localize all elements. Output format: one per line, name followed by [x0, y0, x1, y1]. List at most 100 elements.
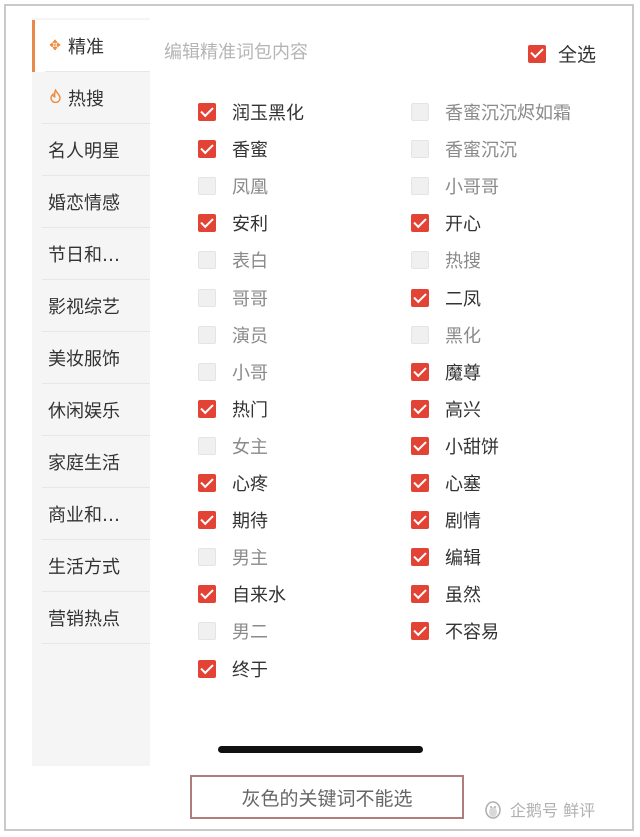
keyword-checkbox[interactable] [411, 585, 429, 603]
keyword-checkbox [198, 437, 216, 455]
sidebar-item-label: 休闲娱乐 [48, 401, 120, 422]
keyword-item: 哥哥 [198, 285, 268, 311]
sidebar-item-precise[interactable]: ✥ 精准 [32, 20, 150, 72]
keyword-label: 小哥哥 [445, 177, 499, 198]
keyword-checkbox[interactable] [198, 103, 216, 121]
sidebar-item-festivals[interactable]: 节日和… [32, 228, 150, 280]
keyword-item[interactable]: 魔尊 [411, 359, 481, 385]
keyword-label: 热搜 [445, 251, 481, 272]
sidebar-item-label: 美妆服饰 [48, 349, 120, 370]
keyword-checkbox[interactable] [198, 140, 216, 158]
keyword-item: 黑化 [411, 322, 481, 348]
keyword-label: 二凤 [445, 289, 481, 310]
keyword-checkbox [198, 326, 216, 344]
keyword-checkbox[interactable] [198, 585, 216, 603]
keyword-item[interactable]: 心疼 [198, 470, 268, 496]
keyword-checkbox [198, 177, 216, 195]
sidebar-item-hot-search[interactable]: 热搜 [32, 72, 150, 124]
keyword-checkbox [198, 251, 216, 269]
watermark: 企鹅号 鲜评 [482, 797, 595, 821]
keyword-item[interactable]: 润玉黑化 [198, 99, 304, 125]
keyword-item[interactable]: 香蜜 [198, 136, 268, 162]
keyword-label: 表白 [232, 251, 268, 272]
keyword-checkbox[interactable] [198, 474, 216, 492]
keyword-item[interactable]: 二凤 [411, 285, 481, 311]
keyword-item[interactable]: 心塞 [411, 470, 481, 496]
keyword-item[interactable]: 热门 [198, 396, 268, 422]
keyword-checkbox [198, 622, 216, 640]
watermark-text: 企鹅号 鲜评 [510, 801, 596, 820]
keyword-item: 演员 [198, 322, 268, 348]
keyword-label: 小哥 [232, 363, 268, 384]
keyword-label: 热门 [232, 400, 268, 421]
keyword-item: 表白 [198, 247, 268, 273]
keyword-checkbox [198, 289, 216, 307]
keyword-item[interactable]: 高兴 [411, 396, 481, 422]
keyword-checkbox[interactable] [411, 474, 429, 492]
keyword-label: 黑化 [445, 326, 481, 347]
keyword-checkbox[interactable] [411, 622, 429, 640]
keyword-checkbox [411, 251, 429, 269]
target-icon: ✥ [49, 38, 61, 54]
keyword-label: 凤凰 [232, 177, 268, 198]
keyword-label: 香蜜 [232, 140, 268, 161]
sidebar-item-marketing[interactable]: 营销热点 [32, 592, 150, 644]
select-all-checkbox[interactable] [528, 44, 546, 63]
keyword-label: 编辑 [445, 548, 481, 569]
keyword-item[interactable]: 自来水 [198, 581, 286, 607]
penguin-icon [485, 801, 501, 819]
keyword-item[interactable]: 期待 [198, 507, 268, 533]
keyword-checkbox[interactable] [411, 511, 429, 529]
keyword-checkbox[interactable] [411, 400, 429, 418]
sidebar-item-label: 家庭生活 [48, 453, 120, 474]
sidebar-item-label: 商业和… [48, 505, 120, 526]
keyword-item[interactable]: 终于 [198, 656, 268, 682]
keyword-checkbox[interactable] [411, 437, 429, 455]
keyword-checkbox [411, 140, 429, 158]
sidebar-item-romance[interactable]: 婚恋情感 [32, 176, 150, 228]
sidebar-item-film-tv[interactable]: 影视综艺 [32, 280, 150, 332]
sidebar-item-label: 营销热点 [48, 609, 120, 630]
keyword-checkbox[interactable] [411, 289, 429, 307]
keyword-label: 剧情 [445, 511, 481, 532]
keyword-label: 小甜饼 [445, 437, 499, 458]
sidebar-item-leisure[interactable]: 休闲娱乐 [32, 384, 150, 436]
keyword-checkbox[interactable] [198, 660, 216, 678]
sidebar-item-beauty-fashion[interactable]: 美妆服饰 [32, 332, 150, 384]
keyword-item[interactable]: 编辑 [411, 544, 481, 570]
keyword-item[interactable]: 虽然 [411, 581, 481, 607]
keyword-item[interactable]: 小甜饼 [411, 433, 499, 459]
sidebar-item-family-life[interactable]: 家庭生活 [32, 436, 150, 488]
keyword-item: 男二 [198, 618, 268, 644]
sidebar-item-label: 婚恋情感 [48, 193, 120, 214]
keyword-item: 小哥 [198, 359, 268, 385]
keyword-label: 演员 [232, 326, 268, 347]
keyword-label: 开心 [445, 214, 481, 235]
keyword-checkbox[interactable] [411, 548, 429, 566]
keyword-item[interactable]: 安利 [198, 210, 268, 236]
keyword-item: 女主 [198, 433, 268, 459]
keyword-checkbox[interactable] [198, 214, 216, 232]
keyword-checkbox[interactable] [411, 214, 429, 232]
select-all-toggle[interactable]: 全选 [528, 40, 596, 67]
sidebar-item-celebrities[interactable]: 名人明星 [32, 124, 150, 176]
keyword-checkbox[interactable] [198, 400, 216, 418]
keyword-checkbox[interactable] [198, 511, 216, 529]
keyword-item[interactable]: 不容易 [411, 618, 499, 644]
sidebar-item-label: 生活方式 [48, 557, 120, 578]
keyword-label: 魔尊 [445, 363, 481, 384]
keyword-item: 香蜜沉沉烬如霜 [411, 99, 571, 125]
sidebar-item-label: 热搜 [68, 89, 104, 110]
keyword-checkbox[interactable] [411, 363, 429, 381]
sidebar-item-lifestyle[interactable]: 生活方式 [32, 540, 150, 592]
keyword-label: 终于 [232, 660, 268, 681]
category-sidebar: ✥ 精准 热搜 名人明星 婚恋情感 节日和… 影视综艺 美妆服饰 休闲娱乐 家庭… [32, 18, 150, 766]
keyword-item[interactable]: 剧情 [411, 507, 481, 533]
keyword-label: 自来水 [232, 585, 286, 606]
keyword-label: 高兴 [445, 400, 481, 421]
sidebar-item-business[interactable]: 商业和… [32, 488, 150, 540]
keyword-item[interactable]: 开心 [411, 210, 481, 236]
sidebar-item-label: 精准 [68, 37, 104, 58]
keyword-checkbox [198, 548, 216, 566]
keyword-label: 心疼 [232, 474, 268, 495]
